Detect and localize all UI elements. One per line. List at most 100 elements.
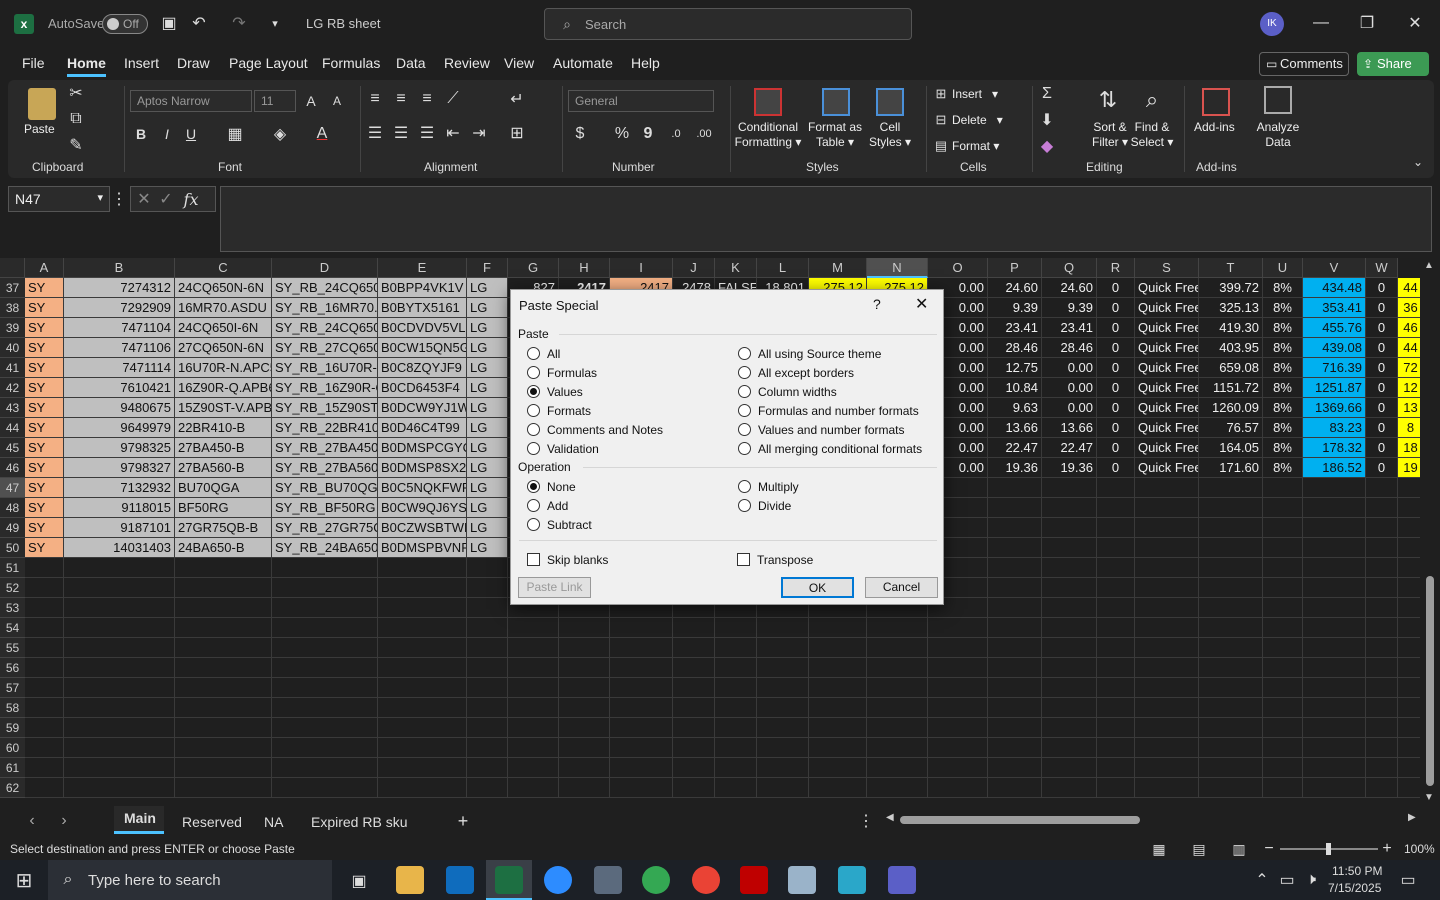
- table-cell[interactable]: B0BYTX5161: [378, 298, 467, 318]
- autosum-icon[interactable]: Σ: [1038, 84, 1056, 104]
- task-view-icon[interactable]: ▣: [348, 870, 370, 892]
- table-cell[interactable]: [1263, 518, 1303, 538]
- table-cell[interactable]: [1042, 538, 1097, 558]
- table-cell[interactable]: [272, 558, 378, 578]
- transpose-checkbox[interactable]: [737, 553, 750, 566]
- table-cell[interactable]: [1135, 638, 1199, 658]
- table-cell[interactable]: 0: [1366, 438, 1398, 458]
- column-header-t[interactable]: T: [1199, 258, 1263, 278]
- table-cell[interactable]: 7471114: [64, 358, 175, 378]
- table-cell[interactable]: [867, 658, 928, 678]
- table-cell[interactable]: [988, 558, 1042, 578]
- table-cell[interactable]: 14031403: [64, 538, 175, 558]
- table-cell[interactable]: [272, 618, 378, 638]
- table-cell[interactable]: Quick Free: [1135, 358, 1199, 378]
- row-header[interactable]: 39: [0, 318, 25, 338]
- paste-option-radio[interactable]: [527, 347, 540, 360]
- paste-option-radio[interactable]: [527, 385, 540, 398]
- table-cell[interactable]: SY_RB_24CQ650N: [272, 278, 378, 298]
- table-cell[interactable]: [1366, 478, 1398, 498]
- table-cell[interactable]: [1042, 498, 1097, 518]
- table-cell[interactable]: [1097, 718, 1135, 738]
- table-cell[interactable]: 16Z90R-Q.APB6: [175, 378, 272, 398]
- table-cell[interactable]: [1199, 778, 1263, 798]
- table-cell[interactable]: [175, 778, 272, 798]
- align-right-icon[interactable]: ☰: [418, 122, 436, 144]
- table-cell[interactable]: [508, 738, 559, 758]
- table-cell[interactable]: [715, 638, 757, 658]
- table-cell[interactable]: Quick Free: [1135, 318, 1199, 338]
- operation-radio[interactable]: [527, 499, 540, 512]
- page-layout-view-icon[interactable]: ▤: [1190, 840, 1208, 858]
- table-cell[interactable]: B0D46C4T99: [378, 418, 467, 438]
- table-cell[interactable]: SY_RB_27BA560-B: [272, 458, 378, 478]
- table-cell[interactable]: SY: [25, 498, 64, 518]
- table-cell[interactable]: [988, 538, 1042, 558]
- table-cell[interactable]: [867, 738, 928, 758]
- table-cell[interactable]: SY: [25, 298, 64, 318]
- table-cell[interactable]: [1303, 558, 1366, 578]
- sheet-tab-na[interactable]: NA: [264, 814, 283, 830]
- table-cell[interactable]: [1303, 638, 1366, 658]
- table-cell[interactable]: SY_RB_16Z90R-Q.: [272, 378, 378, 398]
- table-cell[interactable]: 0: [1366, 298, 1398, 318]
- table-cell[interactable]: [610, 618, 673, 638]
- table-cell[interactable]: B0DMSPCGYQ: [378, 438, 467, 458]
- table-cell[interactable]: 24CQ650I-6N: [175, 318, 272, 338]
- table-cell[interactable]: [378, 618, 467, 638]
- table-cell[interactable]: LG: [467, 478, 508, 498]
- table-cell[interactable]: [610, 698, 673, 718]
- table-cell[interactable]: [467, 718, 508, 738]
- table-cell[interactable]: 24CQ650N-6N: [175, 278, 272, 298]
- table-cell[interactable]: 10.84: [988, 378, 1042, 398]
- sheet-tab-reserved[interactable]: Reserved: [182, 814, 242, 830]
- table-cell[interactable]: [378, 738, 467, 758]
- table-cell[interactable]: [610, 738, 673, 758]
- table-cell[interactable]: B0C8ZQYJF9: [378, 358, 467, 378]
- table-cell[interactable]: [715, 678, 757, 698]
- table-cell[interactable]: [757, 718, 809, 738]
- table-cell[interactable]: [467, 778, 508, 798]
- table-cell[interactable]: [508, 658, 559, 678]
- table-cell[interactable]: [988, 758, 1042, 778]
- windows-start-icon[interactable]: ⊞: [12, 868, 36, 892]
- table-cell[interactable]: [467, 598, 508, 618]
- table-cell[interactable]: [988, 698, 1042, 718]
- table-cell[interactable]: [988, 518, 1042, 538]
- table-cell[interactable]: 23.41: [1042, 318, 1097, 338]
- autosave-toggle[interactable]: Off: [102, 14, 148, 34]
- table-cell[interactable]: [610, 678, 673, 698]
- align-top-icon[interactable]: ≡: [366, 88, 384, 110]
- show-hidden-icons-icon[interactable]: ⌃: [1254, 870, 1270, 890]
- table-cell[interactable]: [64, 698, 175, 718]
- formula-input[interactable]: [220, 186, 1432, 252]
- table-cell[interactable]: Quick Free: [1135, 438, 1199, 458]
- table-cell[interactable]: [673, 718, 715, 738]
- table-cell[interactable]: [175, 698, 272, 718]
- table-cell[interactable]: [272, 658, 378, 678]
- table-cell[interactable]: [508, 618, 559, 638]
- table-cell[interactable]: 0.00: [1042, 378, 1097, 398]
- column-header-m[interactable]: M: [809, 258, 867, 278]
- font-size-select[interactable]: 11: [254, 90, 296, 112]
- ok-button[interactable]: OK: [781, 577, 854, 598]
- table-cell[interactable]: [757, 658, 809, 678]
- zoom-level[interactable]: 100%: [1404, 842, 1435, 856]
- table-cell[interactable]: [928, 638, 988, 658]
- table-cell[interactable]: [272, 678, 378, 698]
- table-cell[interactable]: [867, 638, 928, 658]
- paste-option-radio[interactable]: [527, 404, 540, 417]
- table-cell[interactable]: [1199, 598, 1263, 618]
- table-cell[interactable]: [559, 718, 610, 738]
- table-cell[interactable]: [928, 718, 988, 738]
- table-cell[interactable]: [1135, 778, 1199, 798]
- table-cell[interactable]: [1097, 598, 1135, 618]
- table-cell[interactable]: [1303, 738, 1366, 758]
- table-cell[interactable]: LG: [467, 498, 508, 518]
- table-cell[interactable]: [988, 658, 1042, 678]
- page-break-view-icon[interactable]: ▥: [1230, 840, 1248, 858]
- table-cell[interactable]: SY_RB_27GR75QB: [272, 518, 378, 538]
- row-header[interactable]: 61: [0, 758, 25, 778]
- table-cell[interactable]: [1366, 678, 1398, 698]
- table-cell[interactable]: [809, 718, 867, 738]
